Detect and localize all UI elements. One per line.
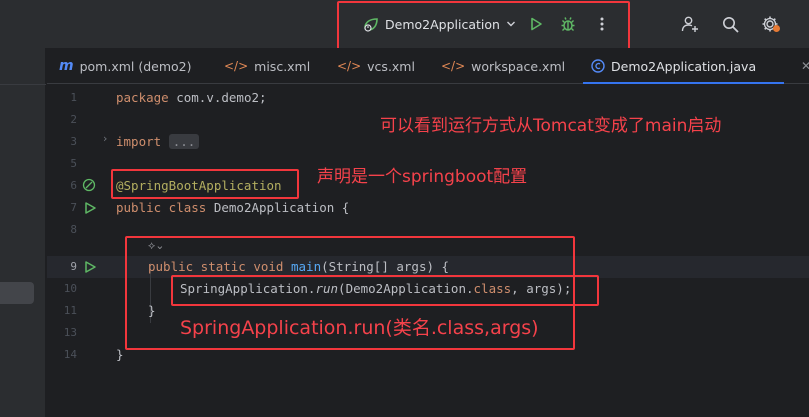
note-run-mode-changed: 可以看到运行方式从Tomcat变成了main启动 — [380, 116, 722, 136]
line-number: 13 — [63, 326, 77, 339]
tab-vcs-xml[interactable]: </> vcs.xml — [337, 48, 415, 84]
run-icon[interactable] — [83, 201, 97, 215]
settings-button[interactable] — [760, 14, 780, 34]
tab-label: Demo2Application.java — [611, 58, 757, 74]
add-user-button[interactable] — [680, 14, 700, 34]
tab-label: misc.xml — [254, 58, 311, 74]
highlight-annotation-box — [111, 169, 299, 199]
code-text: com.v.demo2; — [168, 90, 267, 105]
tab-demo2application-java[interactable]: Demo2Application.java — [582, 48, 785, 84]
tab-workspace-xml[interactable]: </> workspace.xml — [441, 48, 565, 84]
xml-icon: </> — [441, 59, 466, 73]
tab-misc-xml[interactable]: </> misc.xml — [224, 48, 310, 84]
line-number: 2 — [70, 113, 77, 126]
run-icon[interactable] — [83, 260, 97, 274]
xml-icon: </> — [224, 59, 249, 73]
line-number: 3 — [70, 135, 77, 148]
folded-imports[interactable]: ... — [168, 134, 200, 149]
tab-label: vcs.xml — [367, 58, 415, 74]
spring-bean-icon[interactable] — [82, 178, 96, 192]
line-number: 6 — [70, 179, 77, 192]
update-badge — [773, 25, 780, 32]
code-line-close-class: } — [116, 344, 124, 366]
keyword-token: package — [116, 90, 169, 105]
fold-expand-icon[interactable]: › — [103, 132, 107, 145]
code-line-class-decl: public class Demo2Application { — [116, 197, 349, 219]
keyword-token: public class — [116, 200, 207, 215]
code-text: } — [116, 347, 124, 362]
search-icon — [722, 16, 739, 33]
line-number: 5 — [70, 157, 77, 170]
line-number: 10 — [63, 282, 77, 295]
tab-label: workspace.xml — [471, 58, 566, 74]
tab-label: pom.xml (demo2) — [79, 58, 192, 74]
note-springboot-config: 声明是一个springboot配置 — [317, 167, 528, 187]
line-number: 7 — [70, 201, 77, 214]
line-number: 8 — [70, 223, 77, 236]
sidebar-divider — [0, 84, 46, 85]
close-icon[interactable]: ✕ — [801, 59, 809, 73]
highlight-run-config-box — [337, 1, 630, 54]
note-spring-run-usage: SpringApplication.run(类名.class,args) — [180, 317, 539, 339]
xml-icon: </> — [337, 59, 362, 73]
code-line-package: package com.v.demo2; — [116, 87, 267, 109]
maven-icon: m — [59, 58, 74, 74]
sidebar-selected-item[interactable] — [0, 282, 34, 304]
project-sidebar-strip — [0, 48, 46, 417]
line-number: 9 — [70, 260, 77, 273]
line-number: 14 — [63, 348, 77, 361]
code-line-import: import ... — [116, 131, 200, 153]
line-number: 11 — [63, 304, 77, 317]
line-number: 1 — [70, 91, 77, 104]
code-text: Demo2Application { — [206, 200, 350, 215]
tab-pom-xml[interactable]: m pom.xml (demo2) — [59, 48, 192, 84]
java-class-icon — [591, 59, 605, 73]
highlight-spring-run-box — [171, 275, 599, 306]
search-button[interactable] — [720, 14, 740, 34]
add-user-icon — [681, 16, 698, 32]
editor-tab-bar: m pom.xml (demo2) </> misc.xml </> vcs.x… — [47, 48, 809, 84]
keyword-token: import — [116, 134, 162, 149]
